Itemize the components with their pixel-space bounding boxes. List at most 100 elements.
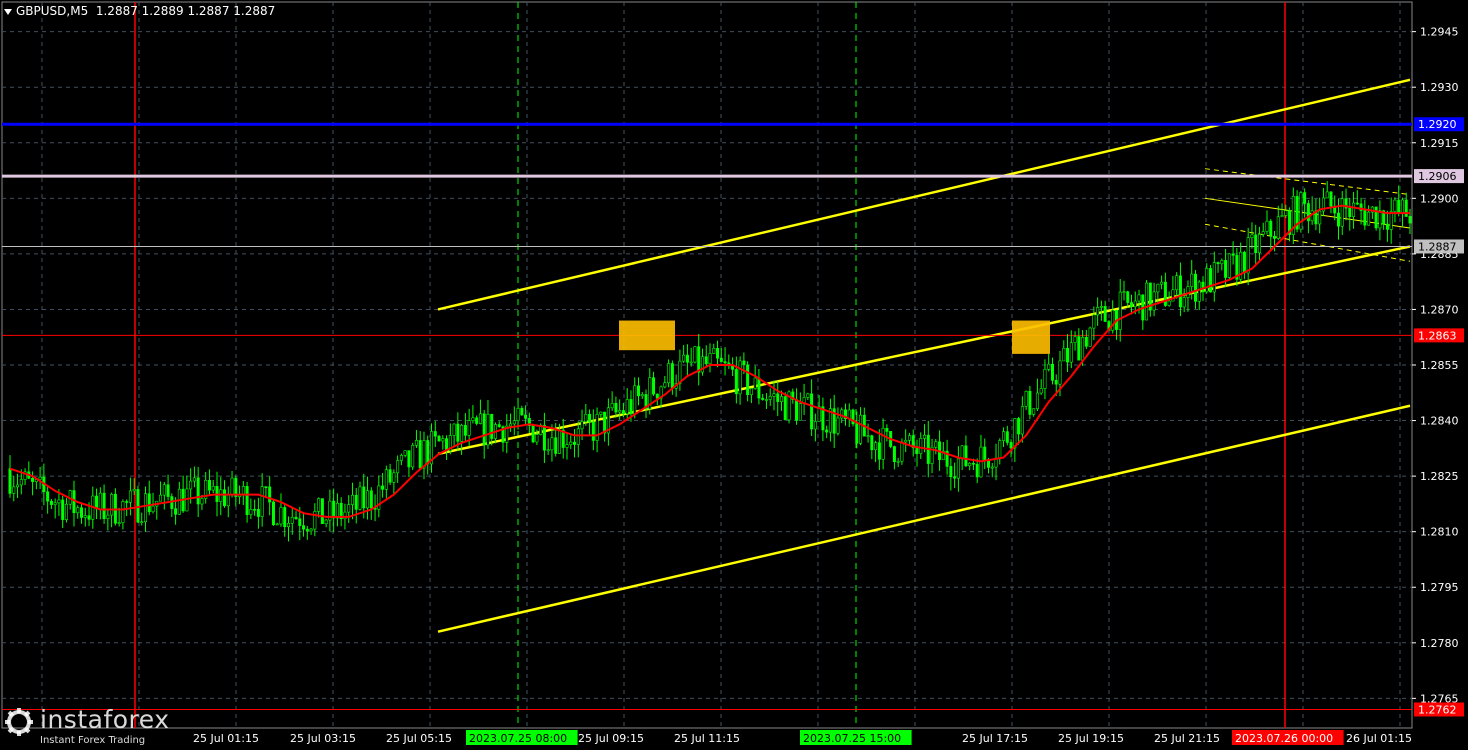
- candle-body: [960, 445, 964, 460]
- instaforex-logo: instaforex Instant Forex Trading: [0, 705, 180, 750]
- candle-body: [260, 486, 264, 517]
- candle-body: [347, 504, 351, 513]
- candle-body: [599, 411, 603, 415]
- candle-body: [678, 360, 682, 384]
- level-label: 1.2887: [1418, 240, 1457, 253]
- candle-body: [456, 423, 460, 442]
- candle-body: [241, 486, 245, 495]
- candle-body: [629, 399, 633, 414]
- candle-body: [825, 429, 829, 433]
- candle-body: [467, 420, 471, 436]
- x-tick-label: 2023.07.25 15:00: [803, 732, 901, 745]
- candle-body: [1118, 291, 1122, 330]
- x-tick-label: 25 Jul 17:15: [962, 732, 1028, 745]
- candle-body: [753, 377, 757, 389]
- candle-body: [1231, 253, 1235, 256]
- candle-body: [166, 484, 170, 497]
- y-tick-label: 1.2795: [1420, 581, 1459, 594]
- price-chart: 1.29451.29301.29151.29001.28851.28701.28…: [1, 1, 1464, 745]
- candle-body: [1269, 220, 1273, 237]
- candle-body: [1385, 223, 1389, 230]
- candle-body: [1276, 216, 1280, 239]
- candle-body: [1050, 363, 1054, 381]
- candle-body: [964, 445, 968, 467]
- candle-body: [358, 486, 362, 510]
- y-tick-label: 1.2915: [1420, 137, 1459, 150]
- candle-body: [381, 485, 385, 490]
- candle-body: [1182, 297, 1186, 308]
- candle-body: [31, 477, 35, 482]
- candle-body: [1318, 210, 1322, 225]
- candle-body: [877, 442, 881, 460]
- grid: [1, 1, 1413, 729]
- candle-body: [738, 360, 742, 395]
- channel-lines: [437, 78, 1411, 633]
- candle-body: [855, 423, 859, 444]
- symbol-label: GBPUSD,M5: [16, 4, 89, 18]
- candle-body: [1224, 260, 1228, 278]
- candle-body: [1054, 380, 1058, 385]
- candle-body: [1073, 336, 1077, 343]
- candle-body: [764, 399, 768, 401]
- candle-body: [19, 479, 23, 486]
- candle-body: [271, 501, 275, 526]
- candle-body: [968, 463, 972, 467]
- candle-body: [433, 431, 437, 437]
- candle-body: [497, 424, 501, 428]
- candle-body: [192, 477, 196, 482]
- candle-body: [117, 522, 121, 524]
- candle-body: [723, 361, 727, 364]
- candle-body: [132, 489, 136, 492]
- channel-upper: [437, 78, 1411, 311]
- candle-body: [283, 507, 287, 528]
- candle-body: [384, 469, 388, 490]
- candle-body: [633, 385, 637, 414]
- y-tick-label: 1.2810: [1420, 526, 1459, 539]
- x-tick-label: 2023.07.26 00:00: [1235, 732, 1333, 745]
- candle-body: [565, 444, 569, 448]
- candle-body: [414, 440, 418, 446]
- candle-body: [140, 521, 144, 524]
- candle-body: [783, 396, 787, 421]
- candle-body: [61, 499, 65, 520]
- candle-body: [772, 393, 776, 397]
- candle-body: [177, 488, 181, 515]
- candle-body: [128, 490, 132, 503]
- level-label: 1.2920: [1418, 118, 1457, 131]
- candle-body: [836, 417, 840, 434]
- candle-body: [1209, 268, 1213, 293]
- candle-body: [1028, 390, 1032, 415]
- candle-body: [1002, 431, 1006, 441]
- candle-body: [569, 441, 573, 445]
- candle-body: [1190, 273, 1194, 287]
- candle-body: [1066, 347, 1070, 363]
- candle-body: [614, 403, 618, 413]
- candle-body: [1280, 215, 1284, 218]
- candle-body: [1069, 342, 1073, 363]
- candle-body: [1212, 262, 1216, 293]
- candle-body: [712, 347, 716, 354]
- candle-body: [189, 480, 193, 490]
- candle-body: [780, 396, 784, 402]
- candle-body: [1103, 306, 1107, 322]
- candle-body: [162, 484, 166, 496]
- candle-body: [87, 515, 91, 520]
- candle-body: [350, 494, 354, 505]
- candle-body: [595, 414, 599, 441]
- x-tick-label: 25 Jul 03:15: [290, 732, 356, 745]
- candle-body: [956, 458, 960, 479]
- candle-body: [953, 476, 957, 479]
- candle-body: [1216, 262, 1220, 265]
- candle-body: [1047, 363, 1051, 370]
- chevron-down-icon[interactable]: [4, 8, 12, 15]
- candle-body: [1178, 275, 1182, 308]
- x-tick-label: 25 Jul 19:15: [1058, 732, 1124, 745]
- candle-body: [102, 492, 106, 519]
- candle-body: [1367, 211, 1371, 226]
- candle-body: [1355, 202, 1359, 205]
- candle-body: [418, 440, 422, 469]
- candle-body: [57, 499, 61, 504]
- candle-body: [689, 361, 693, 364]
- candle-body: [1156, 283, 1160, 293]
- short-channel-upper: [1204, 168, 1411, 196]
